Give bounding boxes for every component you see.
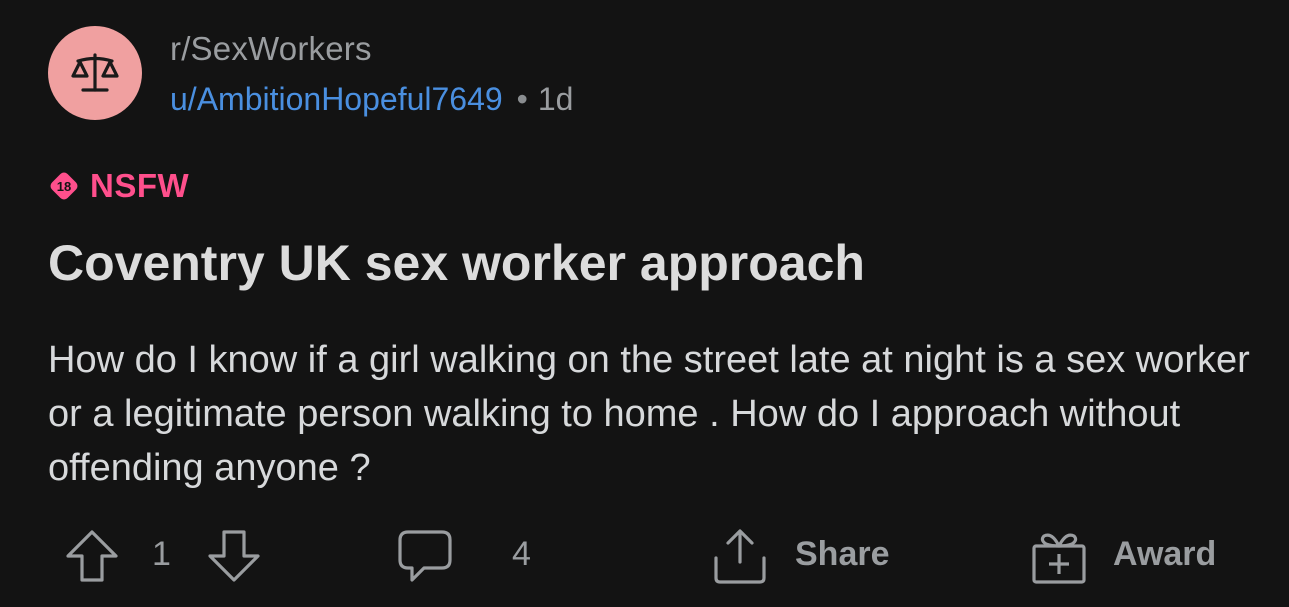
share-label[interactable]: Share (795, 534, 890, 574)
nsfw-label: NSFW (90, 167, 190, 204)
comment-bubble-icon (398, 530, 452, 582)
post-age: 1d (537, 81, 574, 117)
share-button[interactable] (708, 526, 772, 586)
award-label[interactable]: Award (1113, 534, 1216, 574)
gift-award-icon (1032, 533, 1086, 584)
arrow-down-icon (208, 530, 260, 582)
comment-count: 4 (512, 535, 531, 573)
share-icon (714, 529, 766, 584)
subreddit-avatar[interactable] (48, 26, 142, 120)
post-meta: u/AmbitionHopeful7649 • 1d (170, 78, 573, 120)
vote-count: 1 (152, 535, 171, 573)
upvote-button[interactable] (62, 528, 122, 584)
meta-separator: • (516, 81, 528, 117)
nsfw-18-icon: 18 (48, 170, 80, 202)
post-title[interactable]: Coventry UK sex worker approach (48, 232, 865, 294)
downvote-button[interactable] (204, 528, 264, 584)
award-button[interactable] (1030, 526, 1088, 586)
nsfw-badge-text: 18 (57, 179, 71, 194)
arrow-up-icon (66, 530, 118, 582)
action-bar: 1 4 Share Award (0, 520, 1289, 590)
subreddit-name[interactable]: r/SexWorkers (170, 28, 372, 70)
comments-button[interactable] (394, 526, 456, 586)
scales-icon (71, 53, 119, 92)
post-card: r/SexWorkers u/AmbitionHopeful7649 • 1d 18… (0, 0, 1289, 607)
author-link[interactable]: u/AmbitionHopeful7649 (170, 81, 503, 117)
post-body: How do I know if a girl walking on the s… (48, 339, 1250, 489)
nsfw-tag: 18 NSFW (48, 166, 189, 206)
